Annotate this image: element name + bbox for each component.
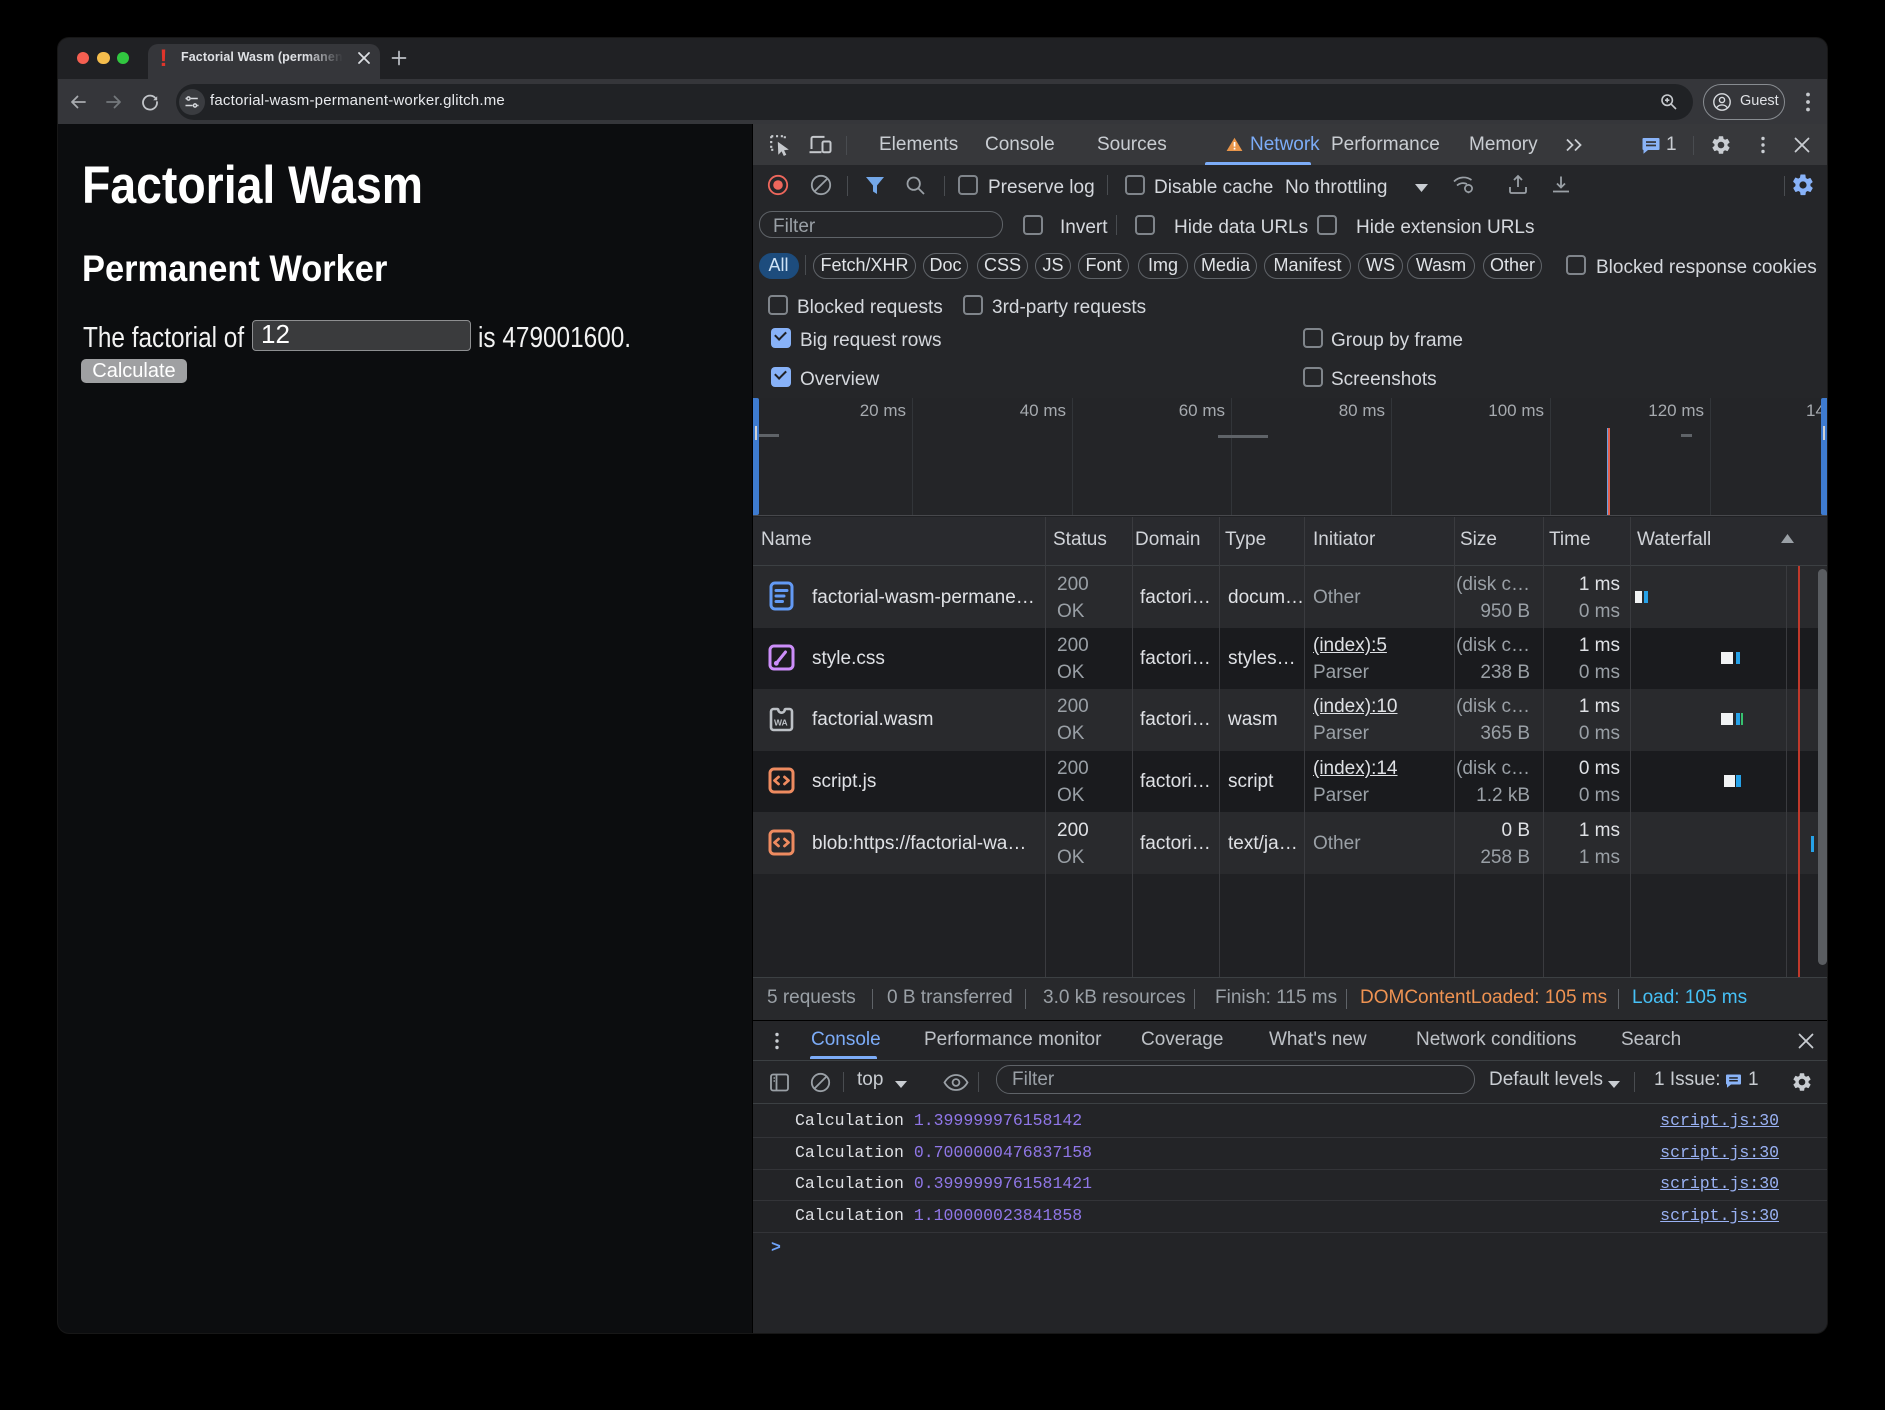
- svg-text:WA: WA: [774, 718, 788, 728]
